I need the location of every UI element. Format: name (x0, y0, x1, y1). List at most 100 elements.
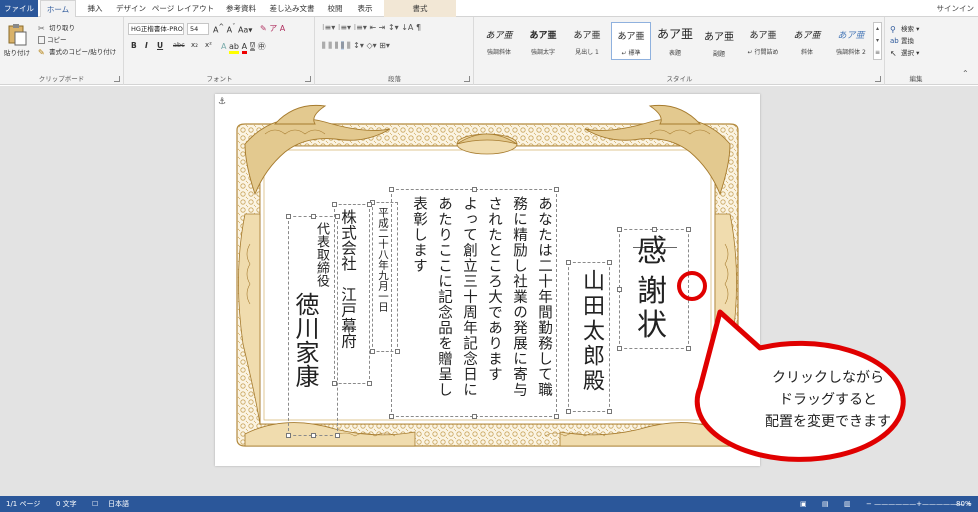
collapse-ribbon-icon[interactable]: ⌃ (962, 69, 969, 78)
bold-button[interactable]: B (131, 41, 137, 50)
paste-icon (8, 24, 27, 46)
resize-handle[interactable] (286, 214, 291, 219)
tab-mailings[interactable]: 差し込み文書 (266, 0, 318, 17)
tab-home[interactable]: ホーム (40, 0, 76, 18)
signin-link[interactable]: サインイン (937, 0, 975, 17)
tab-view[interactable]: 表示 (352, 0, 378, 17)
styles-scroll[interactable]: ▴ ▾ ≡ (873, 22, 882, 60)
callout-line-2: ドラッグすると (779, 392, 877, 408)
subscript-button[interactable]: x₂ (191, 41, 198, 49)
resize-handle[interactable] (566, 409, 571, 414)
resize-handle[interactable] (367, 202, 372, 207)
resize-handle[interactable] (370, 349, 375, 354)
resize-handle[interactable] (472, 414, 477, 419)
underline-button[interactable]: U (157, 41, 163, 50)
cut-button[interactable]: ✂ 切り取り (38, 22, 75, 33)
page-count[interactable]: 1/1 ページ (6, 496, 40, 512)
proofing-icon[interactable]: ☐ (92, 496, 98, 512)
find-button[interactable]: ⚲ 検索 ▾ (890, 23, 919, 34)
paragraph-group-label: 段落 (388, 75, 401, 83)
style-heading-1[interactable]: あア亜 見出し 1 (567, 22, 607, 60)
tab-design[interactable]: デザイン (114, 0, 148, 17)
font-name-combo[interactable]: HG正楷書体-PRO (128, 23, 184, 35)
resize-handle[interactable] (332, 202, 337, 207)
web-layout-icon[interactable]: ▥ (844, 496, 851, 512)
format-painter-button[interactable]: ✎ 書式のコピー/貼り付け (38, 46, 116, 57)
tab-file[interactable]: ファイル (0, 0, 38, 17)
tab-references[interactable]: 参考資料 (220, 0, 262, 17)
style-no-spacing[interactable]: あア亜 ↵ 行間詰め (743, 22, 783, 60)
zoom-level[interactable]: 80% (956, 496, 972, 512)
font-size-combo[interactable]: 54 (187, 23, 209, 35)
align-buttons[interactable]: ⫼ ⫼ ⫼ ⫼ ⫼ ↕▾ ◇▾ ⊞▾ (322, 41, 390, 51)
print-layout-icon[interactable]: ▤ (822, 496, 829, 512)
clipboard-launcher[interactable] (114, 76, 120, 82)
resize-handle[interactable] (335, 433, 340, 438)
style-italic[interactable]: あア亜 斜体 (787, 22, 827, 60)
resize-handle[interactable] (311, 433, 316, 438)
read-mode-icon[interactable]: ▣ (800, 496, 807, 512)
style-sample: あア亜 (485, 31, 513, 41)
resize-handle[interactable] (335, 214, 340, 219)
strikethrough-button[interactable]: abc (173, 41, 185, 49)
font-group-label: フォント (206, 75, 233, 83)
resize-handle[interactable] (367, 381, 372, 386)
body-line-2: 務に精励し社業の発展に寄与 (511, 196, 527, 398)
resize-handle[interactable] (311, 214, 316, 219)
italic-button[interactable]: I (145, 41, 148, 50)
resize-handle[interactable] (472, 187, 477, 192)
align-middle-icon: ⫼ (328, 41, 332, 50)
list-buttons[interactable]: ⁝≡▾ ⁝≡▾ ⁝≡▾ ⇤ ⇥ ↕▾ ↓A ¶ (322, 23, 421, 32)
replace-button[interactable]: ab 置換 (890, 35, 914, 46)
tab-insert[interactable]: 挿入 (80, 0, 110, 17)
style-name: 強調太字 (530, 49, 555, 56)
resize-handle[interactable] (617, 346, 622, 351)
style-emphasis-italic[interactable]: あア亜 強調斜体 (479, 22, 519, 60)
shading-icon: ◇▾ (366, 41, 377, 50)
resize-handle[interactable] (617, 227, 622, 232)
style-subtitle[interactable]: あア亜 副題 (699, 22, 739, 60)
resize-handle[interactable] (554, 187, 559, 192)
style-title[interactable]: あア亜 表題 (655, 22, 695, 60)
resize-handle[interactable] (389, 414, 394, 419)
word-count[interactable]: 0 文字 (56, 496, 77, 512)
scissors-icon: ✂ (38, 23, 45, 33)
clear-format-button[interactable]: ✎ ア A (260, 23, 285, 34)
grow-font-button[interactable]: A^ Aˇ Aa▾ (213, 23, 252, 35)
tab-format[interactable]: 書式 (384, 0, 456, 17)
select-button[interactable]: ↖ 選択 ▾ (890, 47, 919, 58)
align-top-icon: ⫼ (322, 41, 326, 50)
copy-button[interactable]: コピー (38, 34, 67, 44)
resize-handle[interactable] (389, 187, 394, 192)
resize-handle[interactable] (617, 287, 622, 292)
tab-review[interactable]: 校閲 (322, 0, 348, 17)
replace-icon: ab (890, 36, 899, 45)
tab-page-layout[interactable]: ページ レイアウト (150, 0, 216, 17)
resize-handle[interactable] (686, 227, 691, 232)
resize-handle[interactable] (554, 414, 559, 419)
styles-launcher[interactable] (875, 76, 881, 82)
font-launcher[interactable] (305, 76, 311, 82)
resize-handle[interactable] (566, 260, 571, 265)
paragraph-group: ⁝≡▾ ⁝≡▾ ⁝≡▾ ⇤ ⇥ ↕▾ ↓A ¶ ⫼ ⫼ ⫼ ⫼ ⫼ ↕▾ ◇▾ … (316, 17, 474, 85)
resize-handle[interactable] (286, 433, 291, 438)
style-emphasis-bold[interactable]: あア亜 強調太字 (523, 22, 563, 60)
title-char-1-box: 感 (633, 224, 677, 269)
direction-icon: ↕▾ (387, 23, 399, 32)
text-effect-icon: A (221, 42, 227, 51)
align-bottom-icon: ⫼ (334, 41, 339, 50)
resize-handle[interactable] (607, 260, 612, 265)
resize-handle[interactable] (607, 409, 612, 414)
style-normal[interactable]: あア亜 ↵ 標準 (611, 22, 651, 60)
language-indicator[interactable]: 日本語 (108, 496, 129, 512)
superscript-button[interactable]: x² (205, 41, 212, 49)
resize-handle[interactable] (686, 346, 691, 351)
document-page: ⚓ 感 謝 状 山田太郎殿 あなたは二十年間勤務して職 務に精励し社業の発展に寄… (215, 94, 760, 466)
style-emphasis-italic-2[interactable]: あア亜 強調斜体 2 (831, 22, 871, 60)
style-sample: あア亜 (793, 31, 821, 41)
date-text: 平成二十八年九月一日 (377, 207, 389, 312)
text-effects-button[interactable]: A ab A A ㊥ (221, 41, 266, 54)
paragraph-launcher[interactable] (464, 76, 470, 82)
paste-button[interactable] (6, 23, 28, 47)
resize-handle[interactable] (395, 349, 400, 354)
